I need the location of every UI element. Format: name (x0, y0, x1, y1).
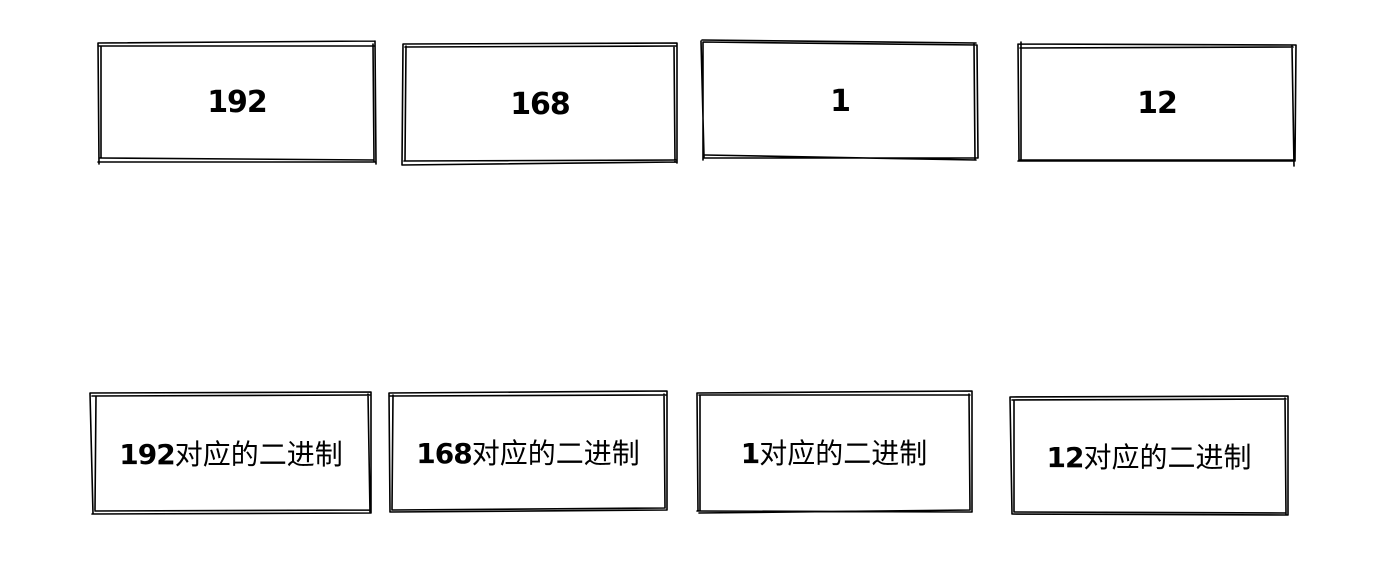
octet-box-3: 1 (702, 42, 978, 160)
octet-box-4: 12 (1018, 44, 1296, 162)
binary-number-3: 1 (740, 437, 761, 470)
ip-diagram-canvas: 192 168 1 12 192对应的二进制 168对应的二进制 1对应的二进制… (0, 0, 1376, 574)
binary-suffix-3: 对应的二进制 (759, 437, 928, 470)
octet-box-2: 168 (402, 44, 678, 164)
binary-label-4: 12对应的二进制 (1047, 436, 1252, 476)
binary-suffix-1: 对应的二进制 (174, 438, 343, 471)
octet-value-1: 192 (207, 84, 268, 120)
binary-box-4: 12对应的二进制 (1010, 396, 1288, 516)
binary-label-3: 1对应的二进制 (741, 432, 928, 472)
binary-box-3: 1对应的二进制 (696, 392, 972, 512)
binary-label-1: 192对应的二进制 (119, 433, 342, 473)
binary-number-1: 192 (119, 438, 175, 471)
binary-label-2: 168对应的二进制 (416, 432, 639, 472)
binary-box-2: 168对应的二进制 (388, 392, 668, 512)
octet-value-4: 12 (1137, 85, 1178, 121)
binary-suffix-2: 对应的二进制 (471, 437, 640, 470)
binary-number-2: 168 (416, 437, 472, 470)
octet-value-3: 1 (830, 83, 851, 119)
binary-number-4: 12 (1046, 441, 1085, 474)
octet-value-2: 168 (510, 86, 571, 122)
octet-box-1: 192 (98, 42, 376, 162)
binary-box-1: 192对应的二进制 (90, 392, 372, 514)
binary-suffix-4: 对应的二进制 (1083, 441, 1252, 474)
